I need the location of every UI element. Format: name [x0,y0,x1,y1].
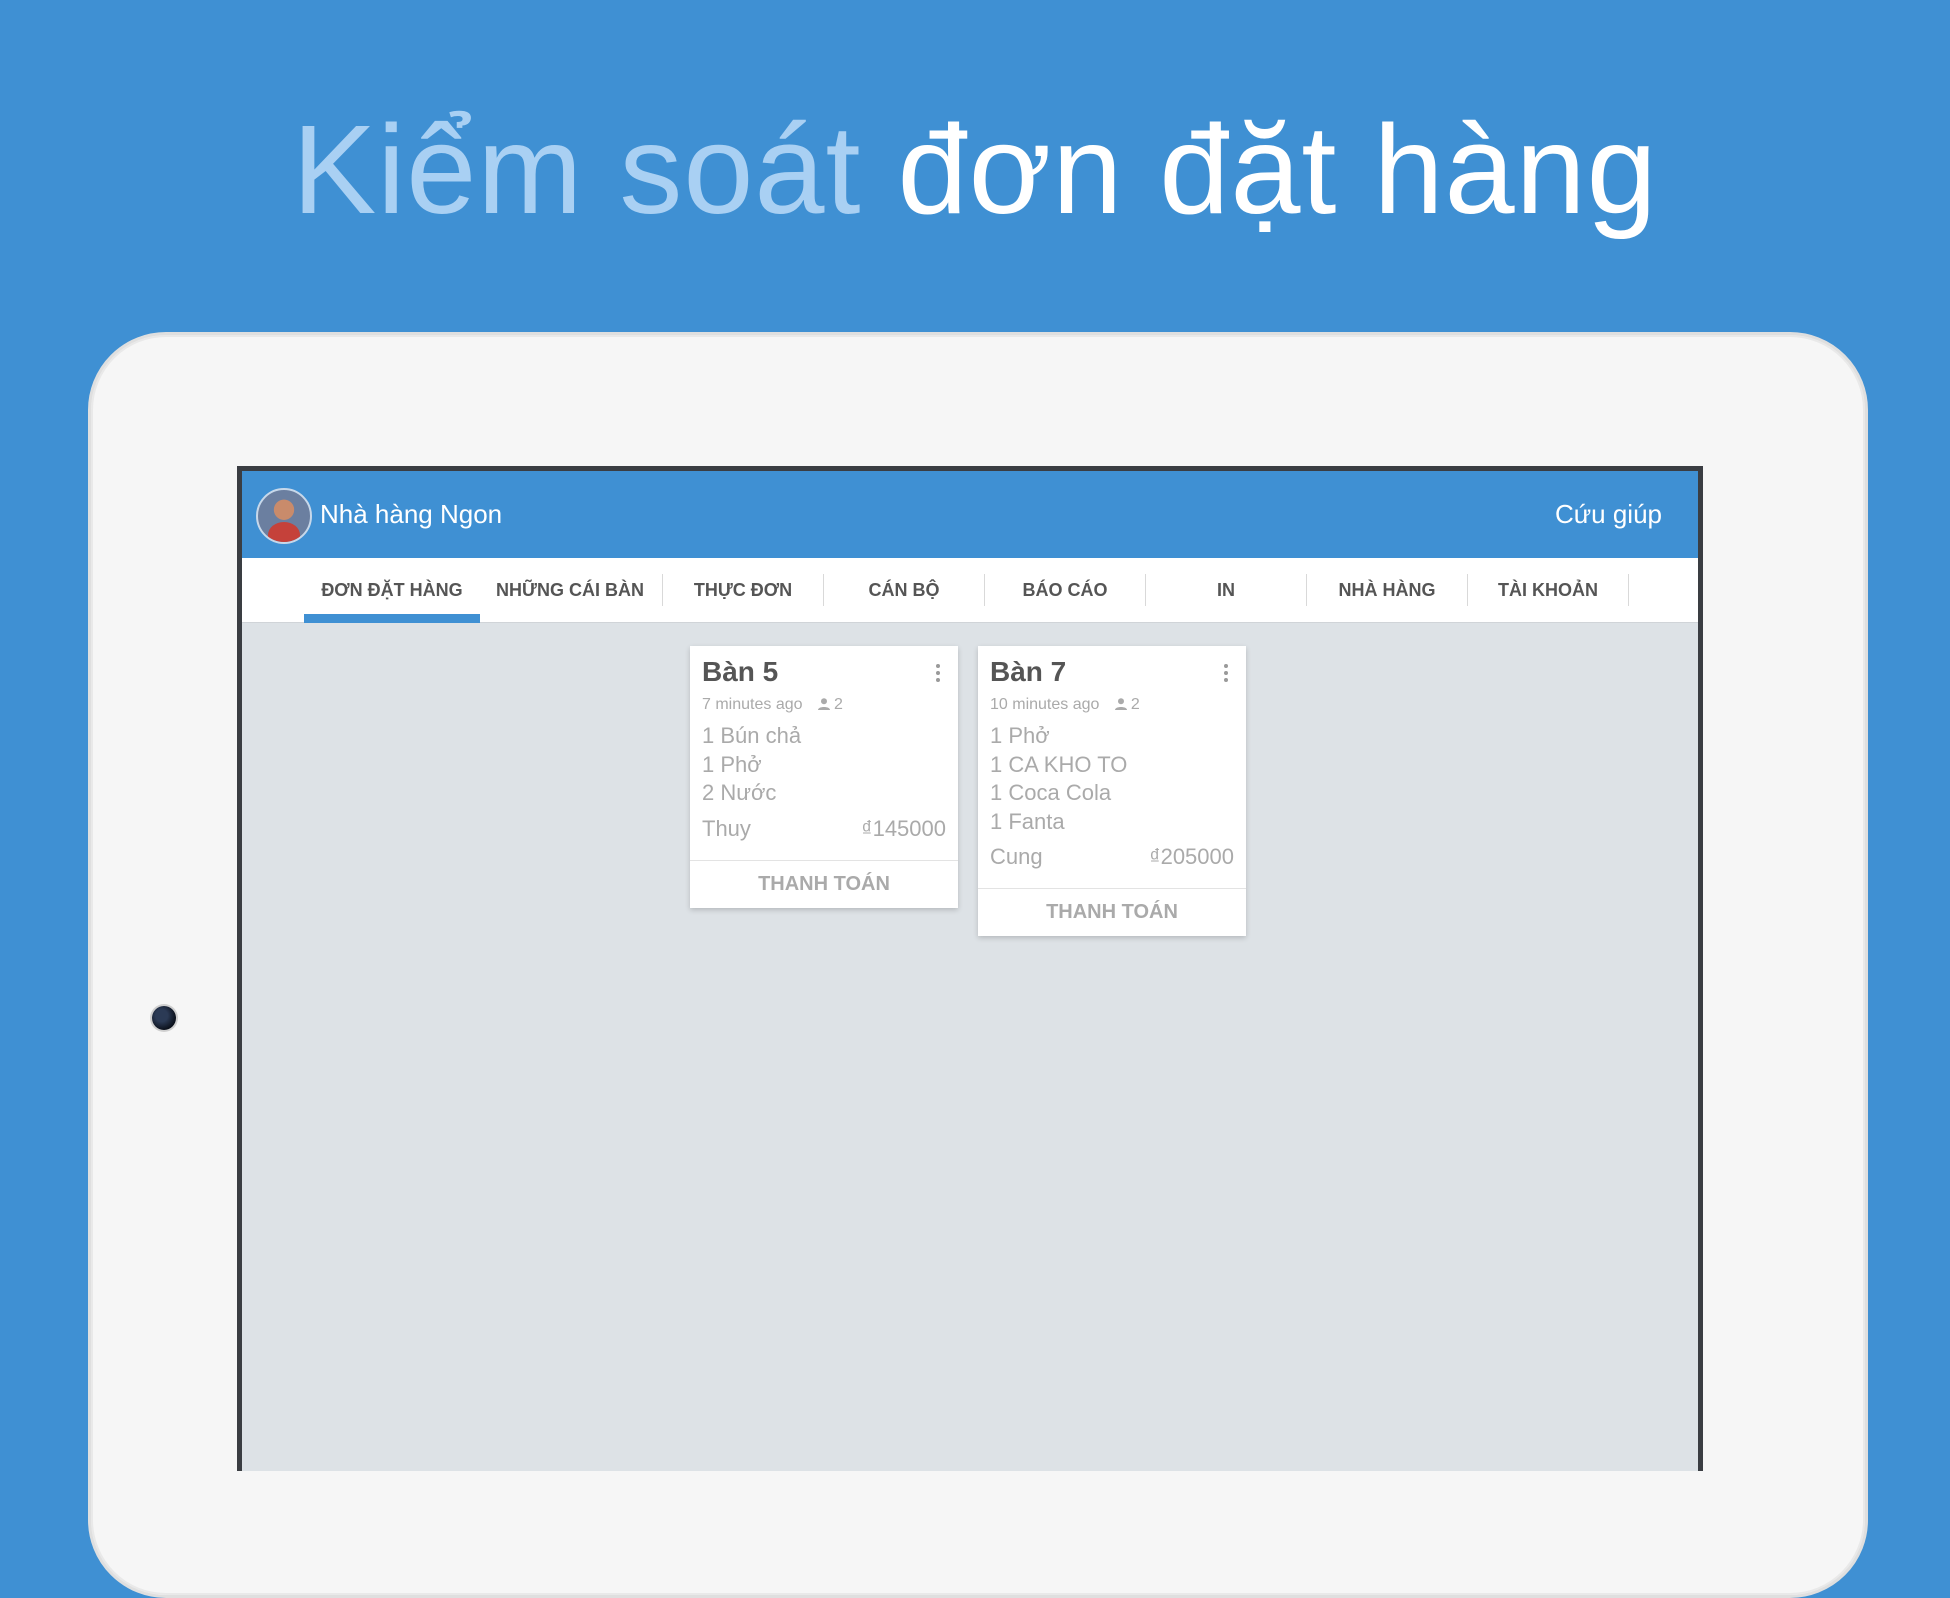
order-item: 1 Phở [990,723,1050,748]
order-guests: 2 [1130,696,1140,713]
tab-reports[interactable]: BÁO CÁO [985,558,1145,622]
headline: Kiểm soát đơn đặt hàng [0,95,1950,245]
order-item: 1 Coca Cola [990,780,1112,805]
camera-icon [152,1006,176,1030]
headline-part-2: đơn đặt hàng [897,99,1658,240]
tab-separator [1628,574,1629,606]
order-staff: Cung [990,844,1043,869]
order-time: 7 minutes ago [702,696,803,713]
person-icon [817,698,830,710]
help-link[interactable]: Cứu giúp [1555,496,1662,532]
order-total: ₫205000 [1149,844,1234,869]
app-screen: Nhà hàng Ngon Cứu giúp ĐƠN ĐẶT HÀNG NHỮN… [237,466,1703,1471]
order-meta: 10 minutes ago 2 [990,696,1140,714]
tab-orders[interactable]: ĐƠN ĐẶT HÀNG [304,558,480,623]
app-title: Nhà hàng Ngon [320,499,503,529]
tab-print[interactable]: IN [1146,558,1306,622]
tab-bar: ĐƠN ĐẶT HÀNG NHỮNG CÁI BÀN THỰC ĐƠN CÁN … [242,558,1698,623]
order-meta: 7 minutes ago 2 [702,696,843,714]
headline-part-1: Kiểm soát [292,99,862,240]
order-item: 1 Bún chả [702,723,802,748]
order-item: 1 Fanta [990,808,1065,834]
order-table: Bàn 7 [990,656,1067,687]
app-bar: Nhà hàng Ngon Cứu giúp [242,471,1698,558]
more-vert-icon[interactable] [936,664,940,685]
order-item: 2 Nước [702,780,777,805]
order-total: ₫145000 [861,816,946,841]
person-icon [1114,698,1127,710]
tab-tables[interactable]: NHỮNG CÁI BÀN [480,558,660,622]
order-item: 1 Phở [702,751,762,777]
tab-staff[interactable]: CÁN BỘ [824,558,984,622]
avatar[interactable] [256,488,312,544]
order-item: 1 CA KHO TO [990,751,1128,777]
more-vert-icon[interactable] [1224,664,1228,685]
order-staff: Thuy [702,816,751,841]
order-card[interactable]: Bàn 5 7 minutes ago 2 1 Bún chả 1 Phở 2 … [690,646,958,908]
tab-account[interactable]: TÀI KHOẢN [1468,558,1628,622]
pay-button[interactable]: THANH TOÁN [690,860,958,908]
tab-restaurant[interactable]: NHÀ HÀNG [1307,558,1467,622]
order-card[interactable]: Bàn 7 10 minutes ago 2 1 Phở 1 CA KHO TO… [978,646,1246,936]
tab-menu[interactable]: THỰC ĐƠN [663,558,823,622]
order-time: 10 minutes ago [990,696,1100,713]
order-items: 1 Bún chả 1 Phở 2 Nước [702,722,801,808]
order-table: Bàn 5 [702,656,779,687]
order-items: 1 Phở 1 CA KHO TO 1 Coca Cola 1 Fanta [990,722,1127,836]
order-guests: 2 [833,696,843,713]
pay-button[interactable]: THANH TOÁN [978,888,1246,936]
